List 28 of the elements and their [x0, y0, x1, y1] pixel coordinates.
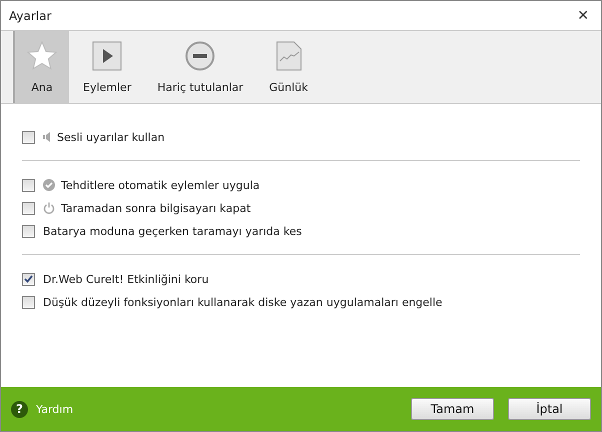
option-label: Sesli uyarılar kullan	[57, 130, 165, 144]
help-icon[interactable]: ?	[11, 400, 28, 418]
checkbox[interactable]	[22, 178, 35, 192]
check-circle-icon	[43, 179, 55, 191]
star-icon	[27, 41, 57, 71]
tab[interactable]: Ana	[13, 31, 69, 103]
window-title: Ayarlar	[9, 8, 52, 22]
tab[interactable]: Eylemler	[69, 31, 144, 103]
dialog-button[interactable]: Tamam	[411, 398, 494, 420]
document-chart-icon	[276, 41, 302, 71]
power-icon	[43, 202, 55, 214]
option-label: Tehditlere otomatik eylemler uygula	[61, 178, 260, 192]
checkbox[interactable]	[22, 296, 35, 308]
checkbox[interactable]	[22, 272, 35, 286]
option-label: Batarya moduna geçerken taramayı yarıda kes	[43, 224, 302, 238]
speaker-icon	[43, 132, 51, 142]
option-label: Taramadan sonra bilgisayarı kapat	[61, 202, 251, 214]
option-label: Düşük düzeyli fonksiyonları kullanarak diske yazan uygulamaları engelle	[43, 296, 442, 308]
play-icon	[92, 41, 122, 71]
checkbox[interactable]	[22, 202, 35, 214]
checkbox[interactable]	[22, 224, 35, 238]
tab[interactable]: Hariç tutulanlar	[143, 31, 256, 103]
tab[interactable]: Günlük	[255, 31, 320, 103]
close-button[interactable]: ✕	[573, 8, 593, 24]
dialog-button[interactable]: İptal	[508, 398, 591, 420]
minus-icon	[185, 41, 216, 71]
option-label: Dr.Web CureIt! Etkinliğini koru	[43, 272, 209, 286]
checkbox[interactable]	[22, 130, 35, 144]
